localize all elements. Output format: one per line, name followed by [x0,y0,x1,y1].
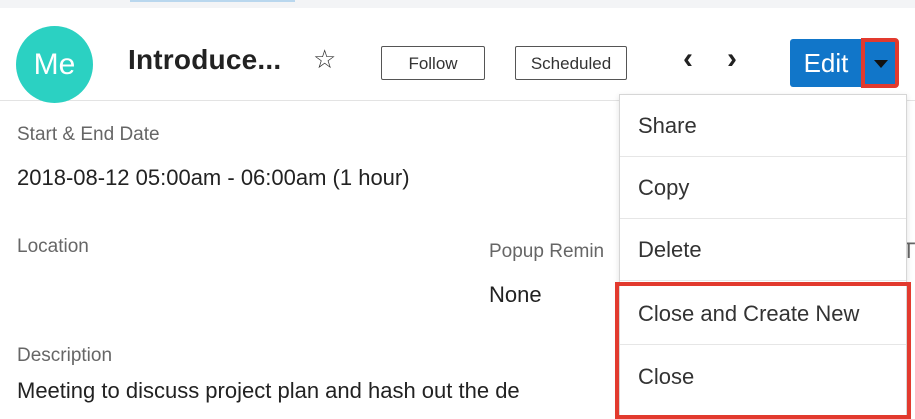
menu-item-copy[interactable]: Copy [620,157,906,219]
page-title: Introduce... [128,44,282,75]
active-tab-indicator [130,0,295,2]
chevron-left-icon[interactable]: ‹ [683,44,693,74]
location-label: Location [17,236,89,257]
avatar: Me [16,26,93,103]
record-header: Me Introduce... ☆ Follow Scheduled ‹ › E… [0,8,915,103]
chevron-right-icon[interactable]: › [727,44,737,74]
description-value: Meeting to discuss project plan and hash… [17,378,520,403]
highlight-box [615,282,911,419]
star-icon[interactable]: ☆ [313,46,336,72]
edit-button[interactable]: Edit [790,39,862,87]
menu-item-delete[interactable]: Delete [620,219,906,281]
popup-reminder-value: None [489,282,542,307]
start-end-date-label: Start & End Date [17,124,160,145]
follow-button[interactable]: Follow [381,46,485,80]
actions-dropdown-button[interactable] [861,38,899,88]
description-label: Description [17,345,113,366]
start-end-date-value: 2018-08-12 05:00am - 06:00am (1 hour) [17,165,410,190]
menu-item-share[interactable]: Share [620,95,906,157]
status-badge[interactable]: Scheduled [515,46,627,80]
popup-reminder-label: Popup Remin [489,241,605,262]
caret-down-icon [874,60,888,68]
